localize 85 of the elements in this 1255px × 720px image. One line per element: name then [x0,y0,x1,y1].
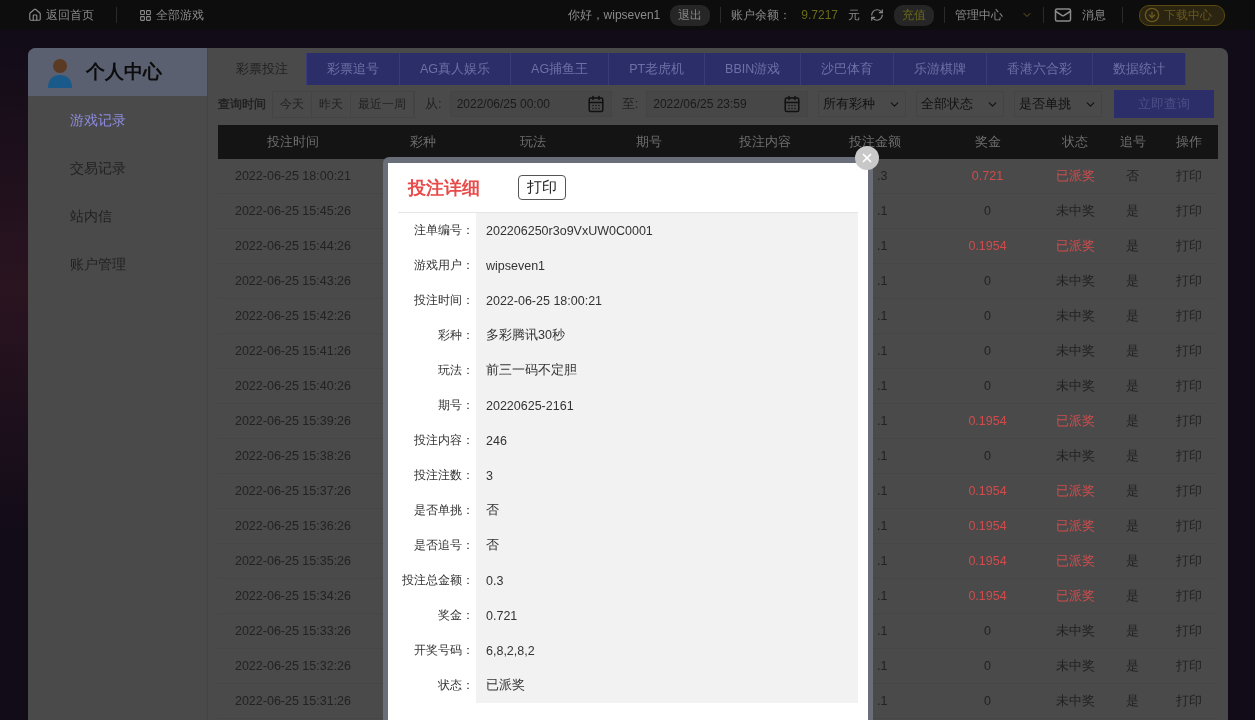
calendar-icon[interactable] [783,95,802,113]
home-icon [28,8,42,22]
column-header: 投注时间 [266,133,320,151]
download-icon [1144,7,1160,23]
table-cell-text: 已派奖 [1054,517,1096,535]
field-value: 6,8,2,8,2 [485,643,536,658]
all-games-link[interactable]: 全部游戏 [139,6,204,24]
recharge-button[interactable]: 充值 [894,4,934,26]
logout-button[interactable]: 退出 [670,4,711,26]
column-header: 期号 [635,133,663,151]
table-cell-text: 0.1954 [967,239,1008,253]
calendar-icon[interactable] [586,95,605,113]
field-value: 否 [485,537,500,554]
table-cell-text: 已派奖 [1054,167,1096,185]
tab[interactable]: BBIN游戏 [705,53,802,85]
field-label: 玩法： [398,353,476,388]
field-value: 否 [485,502,500,519]
column-header: 奖金 [973,133,1002,151]
field-value: 2022-06-25 18:00:21 [485,293,604,308]
table-cell-text: 0.721 [970,169,1005,183]
tab[interactable]: 彩票追号 [307,53,400,85]
field-label: 是否单挑： [398,493,476,528]
field-value: 多彩腾讯30秒 [485,327,566,344]
table-cell-text: 已派奖 [1054,587,1096,605]
tab[interactable]: PT老虎机 [609,53,706,85]
download-button[interactable]: 下载中心 [1139,4,1225,26]
sidebar-title: 个人中心 [86,60,162,84]
field-value: 前三一码不定胆 [485,362,578,379]
table-cell-text: 0.1954 [967,554,1008,568]
currency-text: 元 [848,6,860,24]
table-cell-text: 0.1954 [967,414,1008,428]
refresh-icon[interactable] [870,8,884,22]
field-label: 开奖号码： [398,633,476,668]
field-label: 注单编号： [398,213,476,248]
field-label: 投注注数： [398,458,476,493]
table-cell-text: 0.1954 [967,519,1008,533]
field-label: 投注时间： [398,283,476,318]
greeting-text: 你好，wipseven1 [567,6,661,24]
column-header: 彩种 [409,133,437,151]
messages-link[interactable]: 消息 [1054,6,1106,24]
close-button[interactable] [855,146,879,170]
table-cell-text: 已派奖 [1054,412,1096,430]
tab[interactable]: AG真人娱乐 [400,53,512,85]
home-link[interactable]: 返回首页 [28,6,94,24]
tab[interactable]: 数据统计 [1093,53,1187,85]
sidebar-item[interactable]: 游戏记录 [28,96,207,144]
tab[interactable]: AG捕鱼王 [511,53,610,85]
field-label: 状态： [398,668,476,703]
field-value: 246 [485,433,508,448]
tab[interactable]: 乐游棋牌 [894,53,988,85]
avatar-icon [46,56,74,88]
grid-icon [139,8,152,22]
field-label: 彩种： [398,318,476,353]
mail-icon [1054,6,1072,24]
table-cell-text: 已派奖 [1054,237,1096,255]
column-header: 玩法 [519,133,547,151]
field-value: 202206250r3o9VxUW0C0001 [485,223,654,238]
table-cell-text: 已派奖 [1054,552,1096,570]
field-value: 0.3 [485,573,505,588]
admin-menu[interactable]: 管理中心 [955,6,1003,24]
field-label: 奖金： [398,598,476,633]
field-value: 已派奖 [485,677,526,694]
tab[interactable]: 香港六合彩 [987,53,1094,85]
field-value: wipseven1 [485,258,547,273]
balance-value: 9.7217 [801,8,838,22]
field-label: 游戏用户： [398,248,476,283]
close-icon [860,151,874,165]
column-header: 状态 [1061,133,1089,151]
table-cell-text: 已派奖 [1054,482,1096,500]
table-cell-text: 0.1954 [967,589,1008,603]
field-value: 3 [485,468,494,483]
column-header: 投注内容 [738,133,792,151]
print-button[interactable]: 打印 [518,175,566,200]
dialog-title: 投注详细 [408,176,480,200]
field-value: 0.721 [485,608,519,623]
field-label: 投注总金额： [398,563,476,598]
column-header: 操作 [1175,133,1203,151]
field-label: 期号： [398,388,476,423]
balance-label: 账户余额： [731,6,792,24]
field-label: 投注内容： [398,423,476,458]
tab[interactable]: 沙巴体育 [801,53,895,85]
field-value: 20220625-2161 [485,398,575,413]
field-label: 是否追号： [398,528,476,563]
table-cell-text: 0.1954 [967,484,1008,498]
column-header: 追号 [1118,133,1147,151]
